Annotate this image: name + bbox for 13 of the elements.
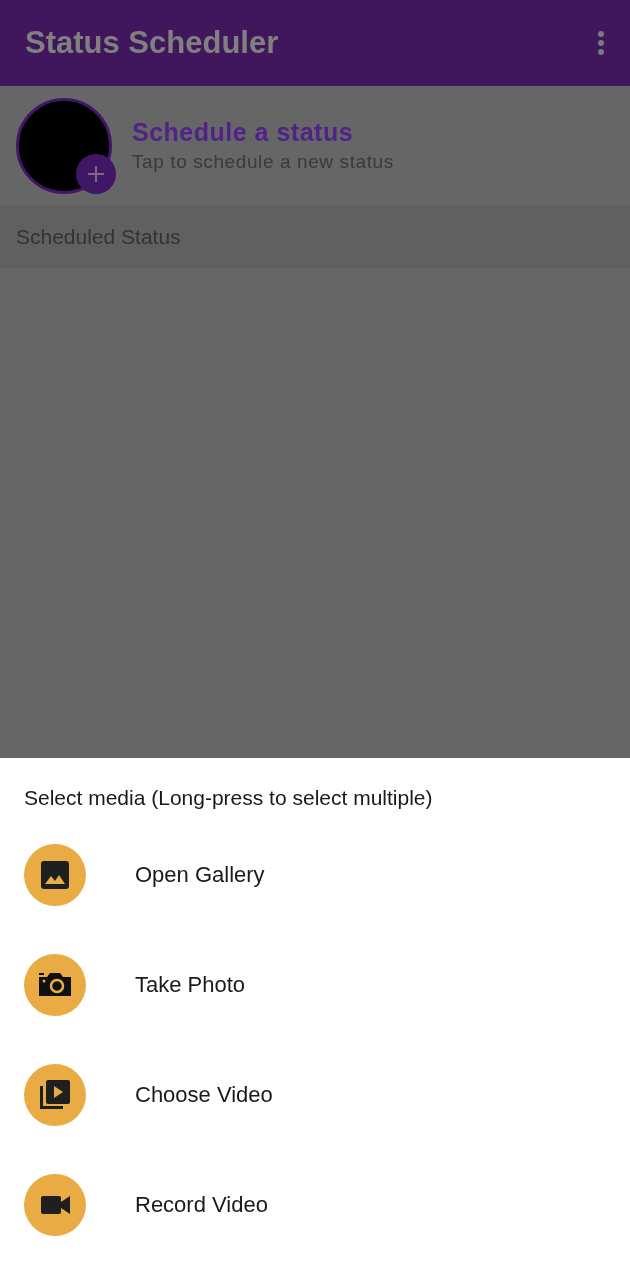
media-option[interactable]: Take Photo xyxy=(24,954,630,1016)
video-library-icon xyxy=(24,1064,86,1126)
media-option[interactable]: Choose Video xyxy=(24,1064,630,1126)
image-icon xyxy=(24,844,86,906)
add-icon xyxy=(76,153,116,194)
media-option[interactable]: Record Video xyxy=(24,1174,630,1236)
media-option[interactable]: Open Gallery xyxy=(24,844,630,906)
schedule-title: Schedule a status xyxy=(132,118,355,147)
video-camera-icon xyxy=(24,1174,86,1236)
camera-icon xyxy=(24,954,86,1016)
sheet-title: Select media (Long-press to select multiple) xyxy=(24,786,434,810)
more-options-icon[interactable] xyxy=(596,30,606,56)
app-title: Status Scheduler xyxy=(25,25,279,61)
